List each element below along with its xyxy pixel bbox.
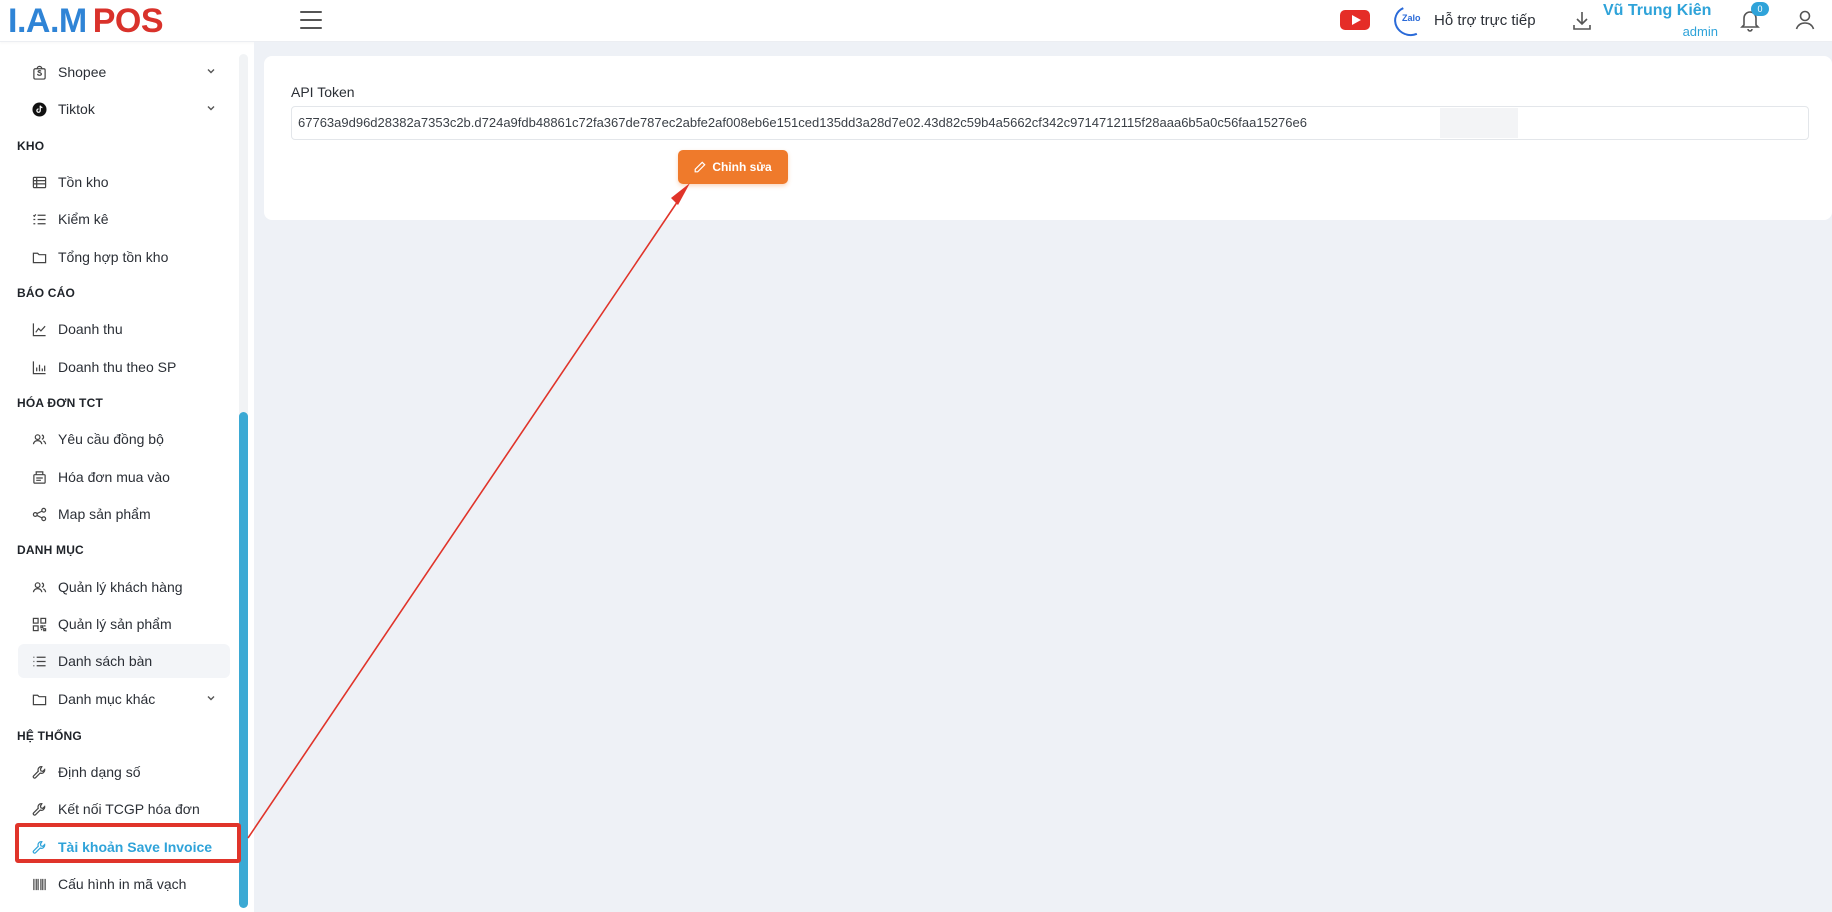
sidebar-item-danh-muc-khac[interactable]: Danh mục khác	[18, 682, 230, 716]
sidebar-item-map-san-pham[interactable]: Map sản phẩm	[18, 497, 230, 531]
menu-toggle-icon[interactable]	[300, 11, 322, 29]
sidebar-item-label: Danh mục khác	[58, 691, 156, 707]
sidebar-item-label: Tổng hợp tồn kho	[58, 249, 169, 265]
notification-badge: 0	[1751, 2, 1769, 16]
youtube-icon[interactable]	[1340, 10, 1370, 30]
sidebar-item-label: Định dạng số	[58, 764, 141, 780]
checklist-icon	[30, 210, 48, 228]
zalo-label: Zalo	[1402, 13, 1421, 23]
tiktok-icon	[30, 100, 48, 118]
sidebar-item-label: Doanh thu	[58, 321, 123, 337]
api-token-label: API Token	[291, 84, 355, 100]
sidebar-scrollbar[interactable]	[239, 412, 248, 908]
edit-button[interactable]: Chỉnh sửa	[678, 150, 788, 184]
sidebar-item-label: Map sản phẩm	[58, 506, 151, 522]
support-link[interactable]: Hỗ trợ trực tiếp	[1434, 12, 1536, 29]
invoice-icon	[30, 468, 48, 486]
sidebar-item-danh-sach-ban[interactable]: Danh sách bàn	[18, 644, 230, 678]
download-icon[interactable]	[1570, 9, 1594, 33]
chevron-down-icon	[207, 696, 215, 701]
sidebar-item-doanh-thu-theo-sp[interactable]: Doanh thu theo SP	[18, 350, 230, 384]
line-chart-icon	[30, 320, 48, 338]
sidebar-item-ket-noi-tcgp[interactable]: Kết nối TCGP hóa đơn	[18, 792, 230, 826]
sidebar-item-label: Tồn kho	[58, 174, 109, 190]
user-role: admin	[1682, 24, 1718, 39]
folder-icon	[30, 248, 48, 266]
users-icon	[30, 430, 48, 448]
sidebar-item-label: Danh sách bàn	[58, 653, 153, 669]
sidebar-item-label: Tiktok	[58, 101, 95, 117]
bar-chart-icon	[30, 358, 48, 376]
sidebar-item-yeu-cau-dong-bo[interactable]: Yêu cầu đồng bộ	[18, 422, 230, 456]
sidebar-item-label: Yêu cầu đồng bộ	[58, 431, 164, 447]
sidebar-item-label: Quản lý khách hàng	[58, 579, 183, 595]
token-mask	[1440, 108, 1518, 138]
sidebar-item-label: Doanh thu theo SP	[58, 359, 177, 375]
qr-code-icon	[30, 615, 48, 633]
user-icon[interactable]	[1793, 8, 1817, 32]
sidebar-item-label: Cấu hình in mã vạch	[58, 876, 187, 892]
chevron-down-icon	[207, 106, 215, 111]
sidebar-item-doanh-thu[interactable]: Doanh thu	[18, 312, 230, 346]
share-nodes-icon	[30, 505, 48, 523]
section-title-hoa-don-tct: HÓA ĐƠN TCT	[17, 396, 103, 410]
wrench-icon	[30, 838, 48, 856]
sidebar-item-label: Tài khoản Save Invoice	[58, 839, 213, 855]
sidebar-item-cau-hinh-in-ma-vach[interactable]: Cấu hình in mã vạch	[18, 867, 230, 901]
folder-icon	[30, 690, 48, 708]
user-name[interactable]: Vũ Trung Kiên	[1603, 2, 1711, 20]
sidebar-item-ton-kho[interactable]: Tồn kho	[18, 165, 230, 199]
pencil-icon	[694, 161, 706, 173]
top-header: I.A.M POS Zalo Hỗ trợ trực tiếp Vũ Trung…	[0, 0, 1832, 42]
sidebar-item-tong-hop-ton-kho[interactable]: Tổng hợp tồn kho	[18, 240, 230, 274]
sidebar-item-kiem-ke[interactable]: Kiểm kê	[18, 202, 230, 236]
edit-button-label: Chỉnh sửa	[712, 160, 772, 174]
app-root: I.A.M POS Zalo Hỗ trợ trực tiếp Vũ Trung…	[0, 0, 1832, 912]
section-title-kho: KHO	[17, 139, 45, 153]
app-logo[interactable]: I.A.M POS	[8, 0, 164, 42]
shopee-icon	[30, 63, 48, 81]
sidebar-item-label: Kiểm kê	[58, 211, 109, 227]
api-token-card: API Token 67763a9d96d28382a7353c2b.d724a…	[264, 56, 1832, 220]
sidebar-item-label: Kết nối TCGP hóa đơn	[58, 801, 200, 817]
sidebar-item-tiktok[interactable]: Tiktok	[18, 92, 230, 126]
sidebar-item-hoa-don-mua-vao[interactable]: Hóa đơn mua vào	[18, 460, 230, 494]
section-title-he-thong: HỆ THỐNG	[17, 729, 82, 743]
sidebar-item-label: Shopee	[58, 64, 107, 80]
main-content: API Token 67763a9d96d28382a7353c2b.d724a…	[254, 42, 1832, 912]
list-icon	[30, 652, 48, 670]
section-title-bao-cao: BÁO CÁO	[17, 286, 76, 300]
logo-pos: POS	[92, 1, 164, 40]
sidebar-item-dinh-dang-so[interactable]: Định dạng số	[18, 755, 230, 789]
users-icon	[30, 578, 48, 596]
logo-iam: I.A.M	[8, 1, 87, 40]
sidebar-item-quan-ly-khach-hang[interactable]: Quản lý khách hàng	[18, 570, 230, 604]
sidebar-item-label: Quản lý sản phẩm	[58, 616, 172, 632]
barcode-icon	[30, 875, 48, 893]
sidebar-item-quan-ly-san-pham[interactable]: Quản lý sản phẩm	[18, 607, 230, 641]
sidebar-item-shopee[interactable]: Shopee	[18, 55, 230, 89]
sidebar-item-tai-khoan-save-invoice[interactable]: Tài khoản Save Invoice	[18, 830, 230, 864]
sidebar-item-label: Hóa đơn mua vào	[58, 469, 170, 485]
section-title-danh-muc: DANH MỤC	[17, 543, 84, 557]
table-icon	[30, 173, 48, 191]
api-token-field[interactable]: 67763a9d96d28382a7353c2b.d724a9fdb48861c…	[291, 106, 1809, 140]
wrench-icon	[30, 800, 48, 818]
wrench-icon	[30, 763, 48, 781]
chevron-down-icon	[207, 69, 215, 74]
